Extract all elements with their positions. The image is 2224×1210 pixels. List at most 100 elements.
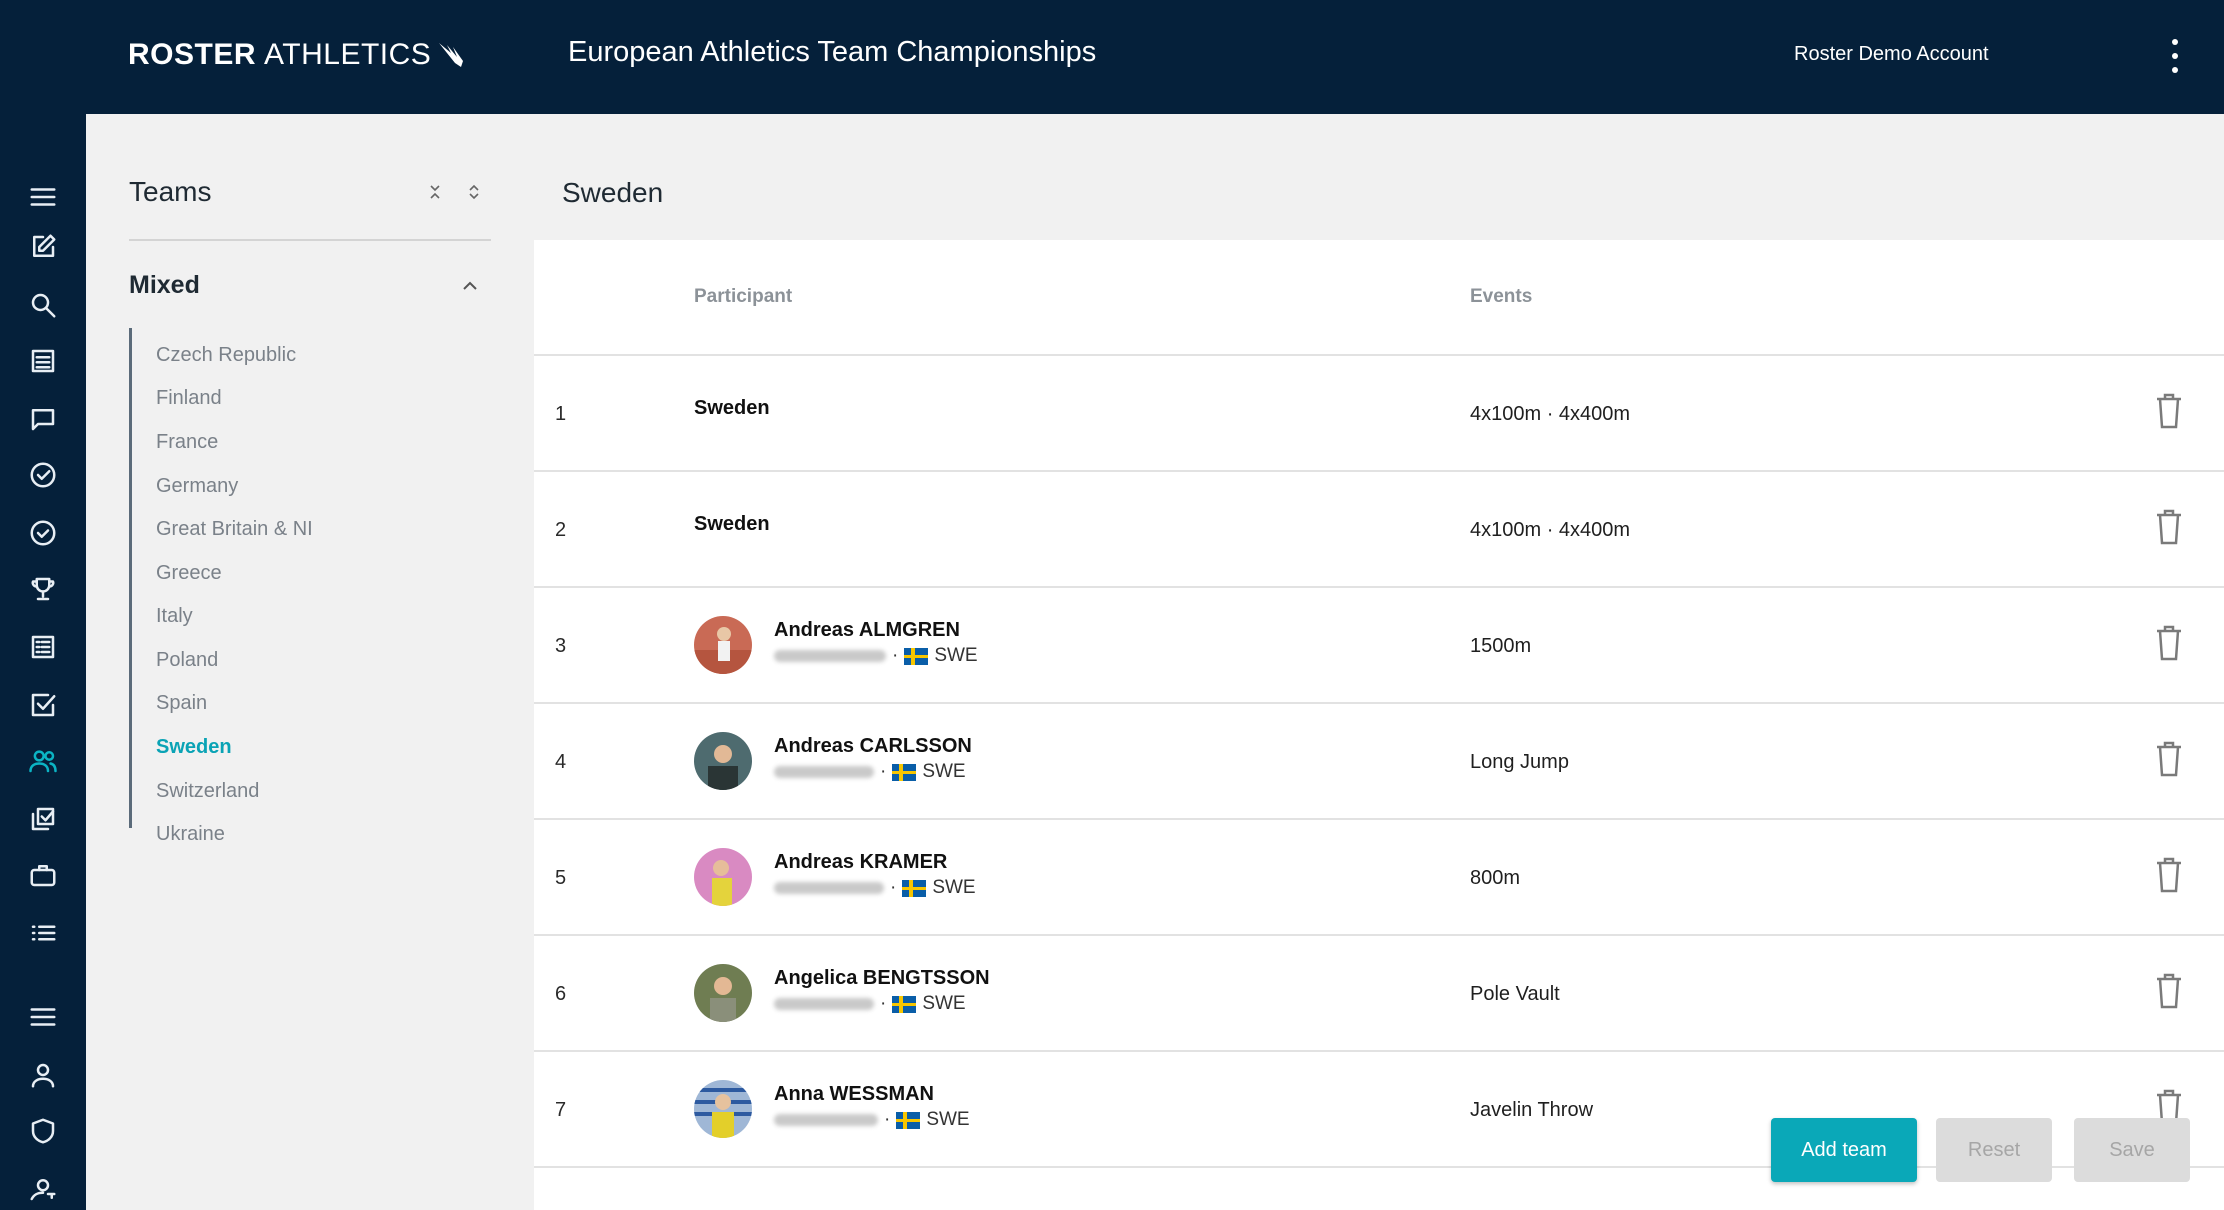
team-item[interactable]: Switzerland — [156, 780, 259, 803]
events-text: Long Jump — [1470, 751, 1569, 773]
table-row[interactable]: 4 Andreas CARLSSON · SWE Long Jump — [534, 704, 2224, 820]
chevron-up-icon[interactable] — [458, 274, 482, 298]
chat-icon[interactable] — [22, 398, 64, 440]
separator: · — [880, 993, 887, 1014]
team-item[interactable]: France — [156, 431, 218, 454]
table-row[interactable]: 2 Sweden 4x100m · 4x400m — [534, 472, 2224, 588]
avatar — [694, 848, 752, 906]
table-row[interactable]: 3 Andreas ALMGREN · SWE 1500m — [534, 588, 2224, 704]
row-number: 1 — [555, 403, 567, 425]
athlete-name[interactable]: Andreas CARLSSON — [774, 735, 972, 758]
delete-icon[interactable] — [2154, 624, 2184, 662]
briefcase-icon[interactable] — [22, 854, 64, 896]
search-icon[interactable] — [22, 284, 64, 326]
athlete-name[interactable]: Andreas ALMGREN — [774, 619, 960, 642]
team-list: Czech Republic Finland France Germany Gr… — [129, 328, 313, 845]
sweden-flag-icon — [896, 1111, 921, 1129]
athlete-meta: · SWE — [774, 645, 978, 667]
row-number: 2 — [555, 519, 567, 541]
team-item[interactable]: Germany — [156, 475, 238, 498]
edit-icon[interactable] — [22, 226, 64, 268]
people-icon[interactable] — [22, 740, 64, 782]
account-name[interactable]: Roster Demo Account — [1794, 43, 1989, 66]
athlete-meta: · SWE — [774, 877, 976, 899]
participants-table: Participant Events 1 Sweden 4x100m · 4x4… — [534, 240, 2224, 1210]
menu-icon[interactable] — [22, 996, 64, 1038]
delete-icon[interactable] — [2154, 856, 2184, 894]
delete-icon[interactable] — [2154, 972, 2184, 1010]
participant-name: Sweden — [694, 397, 770, 419]
row-number: 3 — [555, 635, 567, 657]
person-key-icon[interactable] — [22, 1168, 64, 1210]
country-code: SWE — [922, 993, 966, 1014]
avatar — [694, 964, 752, 1022]
redacted-date — [774, 766, 874, 778]
expand-all-icon[interactable] — [462, 180, 486, 204]
save-button[interactable]: Save — [2074, 1118, 2190, 1182]
redacted-date — [774, 650, 886, 662]
add-team-button[interactable]: Add team — [1771, 1118, 1917, 1182]
country-code: SWE — [926, 1109, 970, 1130]
avatar — [694, 616, 752, 674]
events-text: 1500m — [1470, 635, 1532, 657]
sweden-flag-icon — [904, 647, 929, 665]
column-participant: Participant — [694, 286, 793, 307]
team-item[interactable]: Poland — [156, 649, 218, 672]
athlete-name[interactable]: Anna WESSMAN — [774, 1083, 934, 1106]
group-title[interactable]: Mixed — [129, 271, 200, 300]
separator: · — [890, 877, 897, 898]
row-number: 7 — [555, 1099, 567, 1121]
athlete-meta: · SWE — [774, 761, 966, 783]
athlete-name[interactable]: Andreas KRAMER — [774, 851, 947, 874]
separator: · — [892, 645, 899, 666]
trophy-icon[interactable] — [22, 568, 64, 610]
more-menu-icon[interactable] — [2160, 36, 2190, 76]
table-row[interactable]: 1 Sweden 4x100m · 4x400m — [534, 356, 2224, 472]
check-circle-icon[interactable] — [22, 454, 64, 496]
menu-icon[interactable] — [22, 176, 64, 218]
row-number: 5 — [555, 867, 567, 889]
divider — [129, 239, 491, 241]
top-bar: ROSTER ATHLETICS European Athletics Team… — [0, 0, 2224, 114]
person-icon[interactable] — [22, 1054, 64, 1096]
avatar — [694, 732, 752, 790]
redacted-date — [774, 998, 874, 1010]
team-item[interactable]: Italy — [156, 605, 193, 628]
multi-check-icon[interactable] — [22, 798, 64, 840]
table-row[interactable]: 6 Angelica BENGTSSON · SWE Pole Vault — [534, 936, 2224, 1052]
row-number: 6 — [555, 983, 567, 1005]
team-item[interactable]: Greece — [156, 562, 222, 585]
collapse-all-icon[interactable] — [423, 180, 447, 204]
shield-icon[interactable] — [22, 1110, 64, 1152]
bullet-list-icon[interactable] — [22, 912, 64, 954]
clock-check-icon[interactable] — [22, 512, 64, 554]
sweden-flag-icon — [902, 879, 927, 897]
team-item[interactable]: Finland — [156, 387, 222, 410]
teams-panel: Teams Mixed Czech Republic Finland Franc… — [86, 114, 532, 1210]
checkbox-icon[interactable] — [22, 684, 64, 726]
team-item[interactable]: Ukraine — [156, 823, 225, 846]
country-code: SWE — [934, 645, 978, 666]
events-text: 4x100m · 4x400m — [1470, 519, 1631, 541]
redacted-date — [774, 1114, 878, 1126]
roster-athletics-logo[interactable]: ROSTER ATHLETICS — [128, 38, 467, 72]
athlete-meta: · SWE — [774, 1109, 970, 1131]
athlete-name[interactable]: Angelica BENGTSSON — [774, 967, 990, 990]
sweden-flag-icon — [892, 995, 917, 1013]
logo-light-text: ATHLETICS — [264, 38, 432, 71]
document-icon[interactable] — [22, 340, 64, 382]
winged-shoe-icon — [439, 43, 464, 67]
team-item[interactable]: Great Britain & NI — [156, 518, 313, 541]
table-header: Participant Events — [534, 240, 2224, 356]
delete-icon[interactable] — [2154, 740, 2184, 778]
team-item-active[interactable]: Sweden — [156, 736, 232, 759]
delete-icon[interactable] — [2154, 392, 2184, 430]
team-item[interactable]: Spain — [156, 692, 207, 715]
delete-icon[interactable] — [2154, 508, 2184, 546]
logo-bold-text: ROSTER — [128, 38, 257, 71]
table-row[interactable]: 5 Andreas KRAMER · SWE 800m — [534, 820, 2224, 936]
events-text: Javelin Throw — [1470, 1099, 1594, 1121]
reset-button[interactable]: Reset — [1936, 1118, 2052, 1182]
list-doc-icon[interactable] — [22, 626, 64, 668]
team-item[interactable]: Czech Republic — [156, 344, 296, 367]
